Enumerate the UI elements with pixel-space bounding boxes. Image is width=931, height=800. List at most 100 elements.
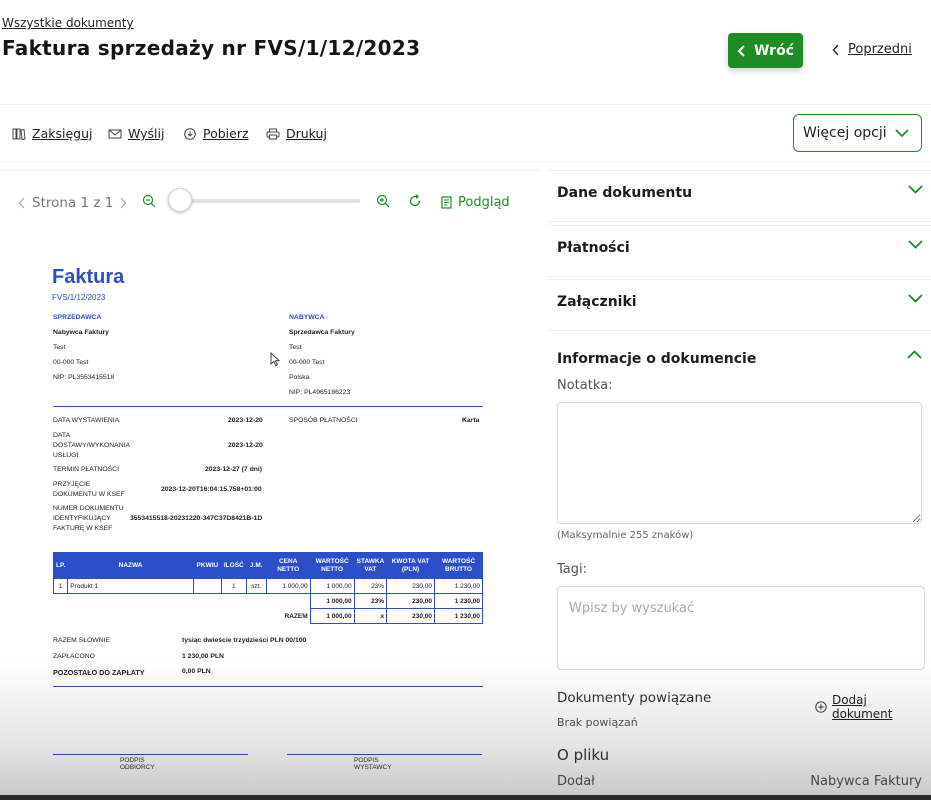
zoom-in-icon[interactable] (376, 194, 390, 208)
col-unit-price: CENA NETTO (265, 552, 311, 579)
payment-method-value: Karta (462, 417, 480, 424)
back-button[interactable]: Wróć (728, 33, 803, 68)
file-info-title: O pliku (557, 746, 610, 764)
no-related-text: Brak powiązań (557, 716, 638, 729)
divider (53, 686, 483, 687)
cell: 230,00 (386, 578, 435, 594)
cell: 1 230,00 (434, 608, 483, 624)
delivery-label-2: DOSTAWY/WYKONANIA (53, 442, 131, 449)
remaining-value: 0,00 PLN (182, 668, 211, 675)
seller-name: Nabywca Faktury (53, 329, 109, 336)
chevron-left-icon[interactable] (18, 197, 26, 209)
ksef-id-label-3: FAKTURĘ W KSEF (53, 525, 113, 532)
ksef-id-label-2: IDENTYFIKUJĄCY (53, 515, 111, 522)
issue-date-value: 2023-12-20 (228, 417, 263, 424)
back-button-label: Wróć (753, 42, 795, 59)
send-button[interactable]: Wyślij (108, 126, 164, 141)
print-button[interactable]: Drukuj (266, 126, 327, 141)
download-icon (184, 127, 196, 140)
table-subtotal-row: 1 000,00 23% 230,00 1 230,00 (54, 593, 483, 609)
tags-placeholder: Wpisz by wyszukać (569, 601, 695, 616)
cell: szt. (245, 578, 267, 594)
print-button-label: Drukuj (286, 126, 327, 141)
previous-link-label: Poprzedni (848, 42, 912, 57)
cell: 1 000,00 (309, 608, 355, 624)
printer-icon (266, 128, 280, 139)
cell: Produkt 1 (67, 578, 194, 594)
cell: 1 230,00 (434, 593, 483, 609)
col-pkwiu: PKWIU (192, 552, 222, 579)
tags-label: Tagi: (557, 562, 587, 577)
col-qty: ILOŚĆ (220, 552, 247, 579)
more-options-dropdown[interactable]: Więcej opcji (793, 114, 922, 152)
buyer-name: Sprzedawca Faktury (289, 329, 355, 336)
total-label: RAZEM (284, 612, 308, 620)
preview-button[interactable]: Podgląd (441, 195, 510, 210)
download-button[interactable]: Pobierz (183, 126, 249, 141)
preview-label: Podgląd (458, 195, 510, 210)
tags-input[interactable]: Wpisz by wyszukać (557, 586, 925, 670)
chevron-down-icon (908, 294, 923, 303)
zoom-slider-handle[interactable] (168, 188, 192, 212)
accordion-payments[interactable]: Płatności (547, 225, 931, 277)
note-help-text: (Maksymalnie 255 znaków) (557, 530, 694, 541)
previous-link[interactable]: Poprzedni (832, 42, 912, 57)
download-button-label: Pobierz (203, 126, 249, 141)
accordion-payments-title: Płatności (557, 240, 630, 256)
accordion-attachments[interactable]: Załączniki (547, 279, 931, 331)
books-icon (12, 128, 26, 140)
cell: x (353, 608, 388, 624)
remaining-label: POZOSTAŁO DO ZAPŁATY (53, 668, 145, 677)
chevron-up-icon[interactable] (907, 350, 922, 359)
cell: 1 000,00 (265, 578, 311, 594)
mail-icon (108, 129, 122, 138)
col-unit: J.M. (245, 552, 267, 579)
ksef-date-label-2: DOKUMENTU W KSEF (53, 491, 125, 498)
delivery-label-1: DATA (53, 432, 71, 439)
signature-line (287, 754, 482, 755)
ksef-date-label-1: PRZYJĘCIE (53, 481, 91, 488)
send-button-label: Wyślij (128, 126, 165, 141)
col-vat-amount: KWOTA VAT (PLN) (386, 552, 435, 579)
zoom-slider-track[interactable] (180, 199, 360, 203)
chevron-left-icon (737, 44, 745, 57)
cell: 1 000,00 (309, 593, 355, 609)
page-navigator: Strona 1 z 1 (18, 195, 127, 211)
page-title: Faktura sprzedaży nr FVS/1/12/2023 (2, 36, 421, 60)
post-button-label: Zaksięguj (32, 126, 93, 141)
seller-nip: NIP: PL3553415518 (53, 374, 115, 381)
note-textarea[interactable] (557, 402, 922, 524)
divider (53, 406, 483, 407)
invoice-number: FVS/1/12/2023 (52, 293, 106, 302)
document-icon (441, 196, 452, 209)
added-by-label: Dodał (557, 774, 595, 789)
paid-value: 1 230,00 PLN (182, 653, 224, 660)
invoice-items-table: LP. NAZWA PKWIU ILOŚĆ J.M. CENA NETTO WA… (52, 552, 483, 624)
more-options-label: Więcej opcji (803, 125, 887, 141)
seller-line2: 00-000 Test (53, 359, 89, 366)
add-document-button[interactable]: Dodaj dokument (815, 693, 931, 721)
added-by-value: Nabywca Faktury (810, 774, 922, 789)
chevron-down-icon (908, 240, 923, 249)
zoom-out-icon[interactable] (142, 194, 156, 208)
seller-line1: Test (53, 344, 66, 351)
col-vat-rate: STAWKA VAT (353, 552, 388, 579)
chevron-right-icon[interactable] (119, 197, 127, 209)
buyer-line1: Test (289, 344, 302, 351)
post-button[interactable]: Zaksięguj (12, 126, 92, 141)
chevron-down-icon (908, 185, 923, 194)
rotate-icon[interactable] (408, 194, 422, 208)
breadcrumb[interactable]: Wszystkie dokumenty (2, 16, 134, 30)
cell: 23% (353, 593, 388, 609)
amount-words-label: RAZEM SŁOWNIE (53, 637, 111, 644)
accordion-document-info-title[interactable]: Informacje o dokumencie (557, 351, 756, 367)
accordion-attachments-title: Załączniki (557, 294, 637, 310)
accordion-document-data[interactable]: Dane dokumentu (547, 170, 931, 222)
cell: 230,00 (386, 608, 435, 624)
cell: 230,00 (386, 593, 435, 609)
col-lp: LP. (52, 552, 69, 579)
buyer-line2: 00-000 Test (289, 359, 325, 366)
accordion-document-data-title: Dane dokumentu (557, 185, 693, 201)
chevron-left-icon (832, 44, 839, 55)
plus-circle-icon (815, 701, 827, 713)
